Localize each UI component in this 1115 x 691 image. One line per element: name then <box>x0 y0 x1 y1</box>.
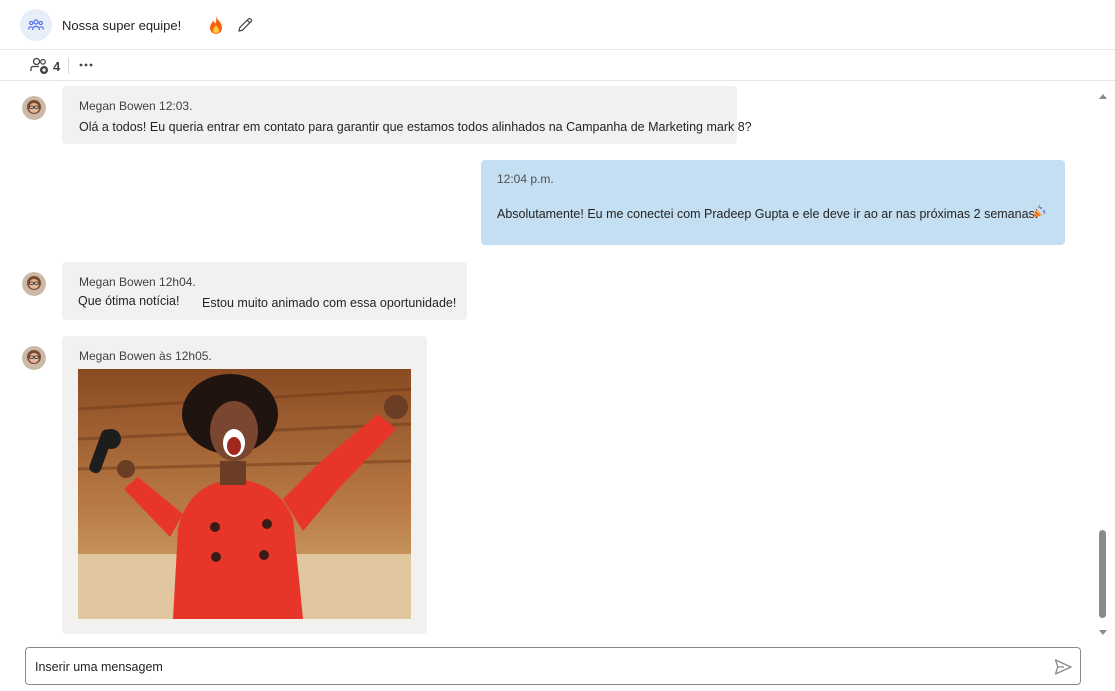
participants-count: 4 <box>53 58 61 74</box>
message-sender-time: Megan Bowen às 12h05. <box>79 349 212 363</box>
people-add-icon <box>30 57 48 74</box>
participants-button[interactable]: 4 <box>30 56 60 76</box>
fire-icon[interactable] <box>207 15 225 35</box>
more-horizontal-icon[interactable] <box>77 56 95 74</box>
message-bubble[interactable]: Megan Bowen 12:03. Olá a todos! Eu queri… <box>62 86 752 144</box>
avatar[interactable] <box>22 346 46 370</box>
message-text: Estou muito animado com essa oportunidad… <box>202 296 457 310</box>
message-text: Que ótima notícia! <box>78 294 180 308</box>
send-icon[interactable] <box>1053 657 1073 677</box>
pencil-icon[interactable] <box>236 16 254 34</box>
scrollbar-thumb[interactable] <box>1099 530 1106 618</box>
compose-box[interactable] <box>25 647 1081 685</box>
message-time: 12:04 p.m. <box>497 172 554 186</box>
message-sender-time: Megan Bowen 12:03. <box>79 99 193 113</box>
toolbar-divider <box>68 58 69 74</box>
chat-header: Nossa super equipe! <box>0 0 1115 50</box>
scroll-down-arrow-icon[interactable] <box>1097 625 1109 635</box>
message-bubble[interactable]: Megan Bowen 12h04. Que ótima notícia! Es… <box>62 262 467 320</box>
chat-toolbar: 4 <box>0 50 1115 81</box>
message-text: Absolutamente! Eu me conectei com Pradee… <box>497 207 1039 221</box>
avatar[interactable] <box>22 96 46 120</box>
message-input[interactable] <box>35 659 1015 675</box>
message-text: Olá a todos! Eu queria entrar em contato… <box>79 120 752 134</box>
message-sender-time: Megan Bowen 12h04. <box>79 275 196 289</box>
gif-image[interactable] <box>78 369 411 619</box>
people-team-icon[interactable] <box>20 9 52 41</box>
own-message-bubble[interactable]: 12:04 p.m. Absolutamente! Eu me conectei… <box>481 160 1065 245</box>
avatar[interactable] <box>22 272 46 296</box>
chat-title[interactable]: Nossa super equipe! <box>62 18 181 33</box>
scroll-up-arrow-icon[interactable] <box>1097 88 1109 99</box>
party-popper-icon[interactable] <box>1032 205 1046 219</box>
